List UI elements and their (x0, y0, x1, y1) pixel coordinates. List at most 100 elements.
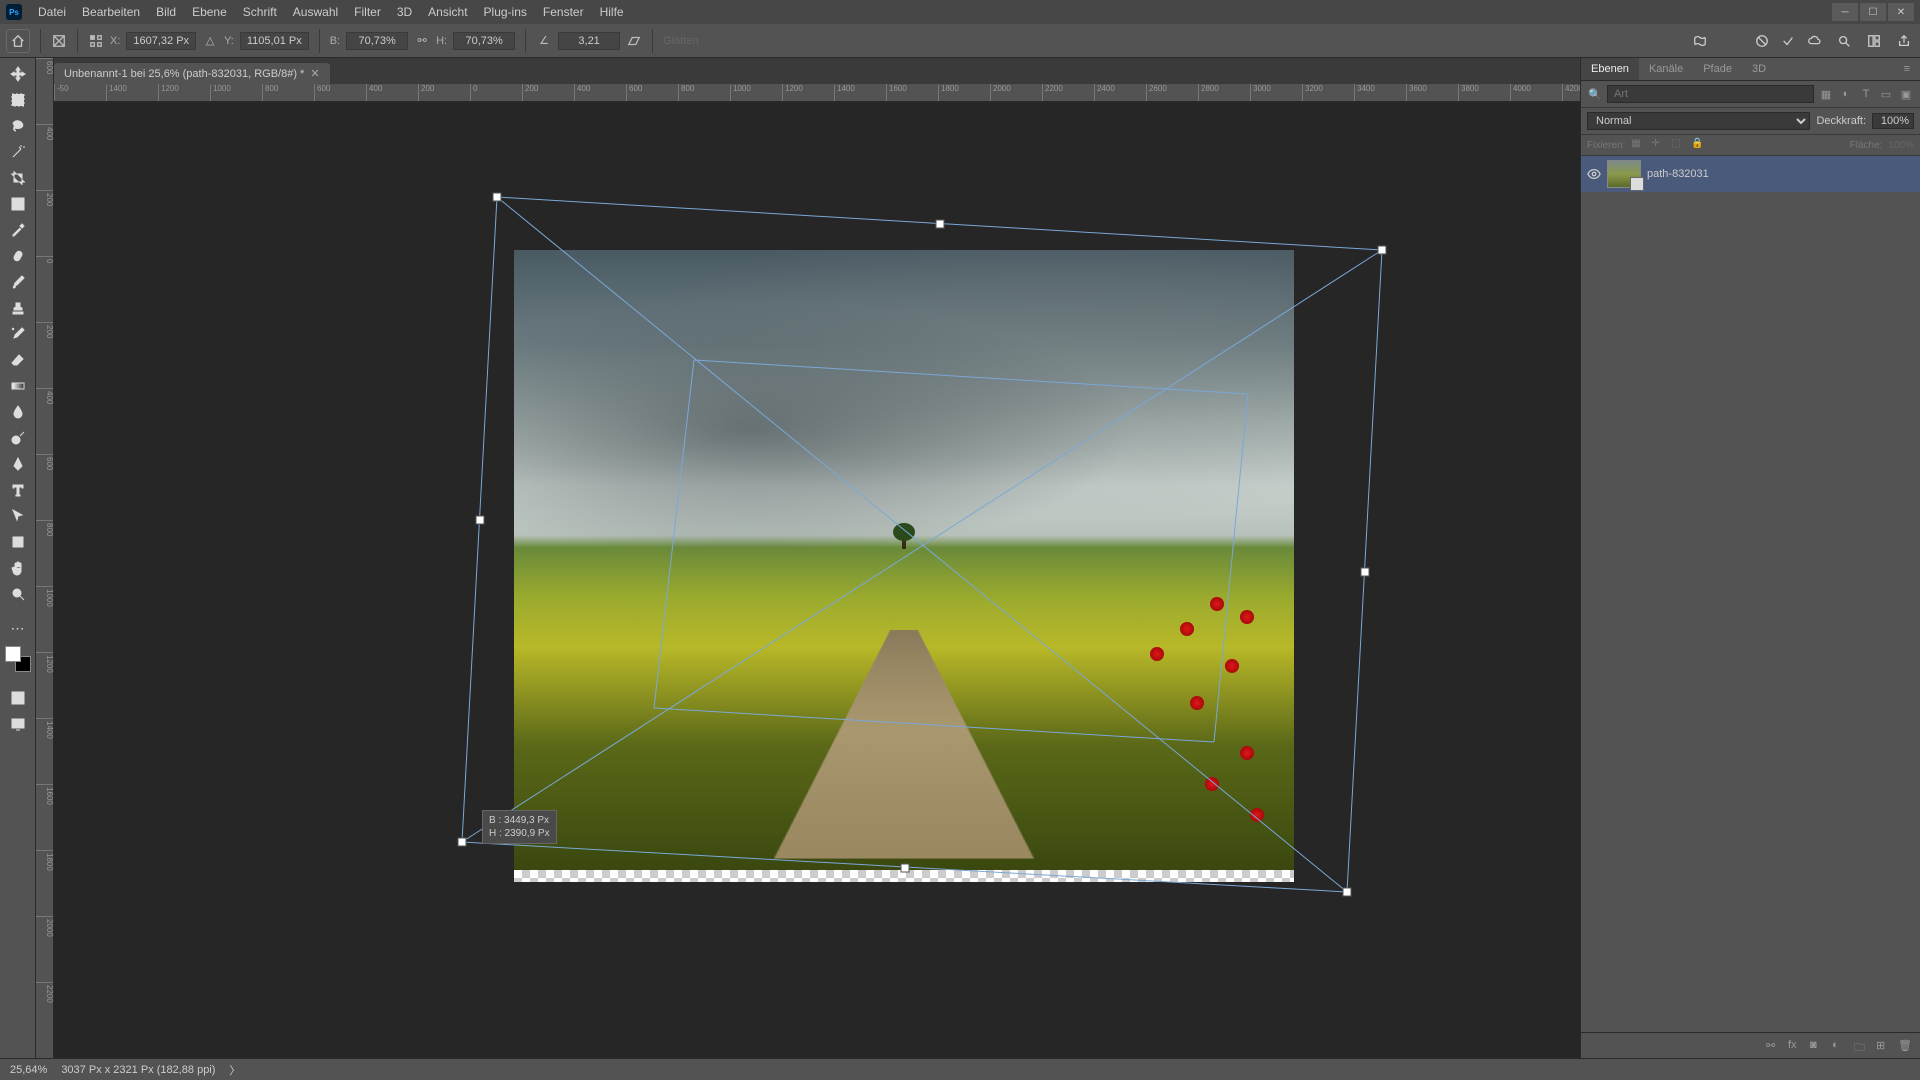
frame-tool[interactable] (4, 192, 32, 216)
canvas[interactable]: B : 3449,3 Px H : 2390,9 Px (54, 102, 1580, 1058)
menu-schrift[interactable]: Schrift (235, 5, 285, 19)
delete-layer-icon[interactable]: 🗑 (1898, 1039, 1912, 1053)
doc-info-chevron-icon[interactable]: 〉 (229, 1062, 240, 1078)
mask-icon[interactable]: ◙ (1810, 1039, 1824, 1053)
menu-plug-ins[interactable]: Plug-ins (476, 5, 535, 19)
swap-xy-icon[interactable]: △ (202, 33, 218, 49)
doc-info[interactable]: 3037 Px x 2321 Px (182,88 ppi) (61, 1064, 215, 1076)
workspace-icon[interactable] (1864, 31, 1884, 51)
filter-image-icon[interactable]: ▦ (1818, 86, 1834, 102)
pen-tool[interactable] (4, 452, 32, 476)
layer-thumbnail[interactable] (1607, 160, 1641, 188)
panel-menu-icon[interactable]: ≡ (1894, 58, 1920, 80)
wand-tool[interactable] (4, 140, 32, 164)
marquee-tool[interactable] (4, 88, 32, 112)
window-maximize-button[interactable]: ☐ (1860, 3, 1886, 21)
menu-auswahl[interactable]: Auswahl (285, 5, 346, 19)
eyedropper-tool[interactable] (4, 218, 32, 242)
ruler-tick: 2600 (1146, 84, 1167, 102)
adjustment-icon[interactable]: ◐ (1832, 1039, 1846, 1053)
link-layers-icon[interactable]: ⚯ (1766, 1039, 1780, 1053)
stamp-tool[interactable] (4, 296, 32, 320)
interpolation-label[interactable]: Glätten (663, 35, 698, 47)
search-icon[interactable] (1834, 31, 1854, 51)
menu-hilfe[interactable]: Hilfe (592, 5, 632, 19)
x-field[interactable]: 1607,32 Px (126, 32, 196, 50)
layer-name[interactable]: path-832031 (1647, 168, 1709, 180)
y-field[interactable]: 1105,01 Px (240, 32, 309, 50)
dodge-tool[interactable] (4, 426, 32, 450)
filter-adjust-icon[interactable]: ◐ (1838, 86, 1854, 102)
color-swatch[interactable] (5, 646, 31, 672)
fill-field[interactable]: 100% (1888, 140, 1914, 151)
visibility-icon[interactable] (1587, 167, 1601, 181)
tab-kanaele[interactable]: Kanäle (1639, 58, 1693, 80)
tab-pfade[interactable]: Pfade (1693, 58, 1742, 80)
blur-tool[interactable] (4, 400, 32, 424)
skew-h-icon[interactable] (626, 33, 642, 49)
quickmask-tool[interactable] (4, 686, 32, 710)
edit-toolbar-icon[interactable]: ⋯ (4, 616, 32, 640)
warp-icon[interactable] (1690, 31, 1710, 51)
angle-field[interactable]: 3,21 (558, 32, 620, 50)
tab-3d[interactable]: 3D (1742, 58, 1776, 80)
gradient-tool[interactable] (4, 374, 32, 398)
reference-point-icon[interactable] (88, 33, 104, 49)
close-tab-icon[interactable]: ✕ (310, 67, 319, 80)
eraser-tool[interactable] (4, 348, 32, 372)
heal-tool[interactable] (4, 244, 32, 268)
menu-ebene[interactable]: Ebene (184, 5, 235, 19)
menu-datei[interactable]: Datei (30, 5, 74, 19)
ruler-tick: 200 (36, 190, 54, 206)
lock-artboard-icon[interactable]: ⬚ (1671, 138, 1685, 152)
brush-tool[interactable] (4, 270, 32, 294)
filter-type-icon[interactable]: T (1858, 86, 1874, 102)
home-button[interactable] (6, 29, 30, 53)
lock-all-icon[interactable]: 🔒 (1691, 138, 1705, 152)
cloud-icon[interactable] (1804, 31, 1824, 51)
opacity-field[interactable]: 100% (1872, 113, 1914, 129)
screenmode-tool[interactable] (4, 712, 32, 736)
ruler-tick: 1000 (210, 84, 231, 102)
lock-position-icon[interactable]: ✛ (1651, 138, 1665, 152)
link-wh-icon[interactable]: ⚯ (414, 33, 430, 49)
menu-filter[interactable]: Filter (346, 5, 389, 19)
lasso-tool[interactable] (4, 114, 32, 138)
group-icon[interactable]: 🗀 (1854, 1039, 1868, 1053)
blend-mode-select[interactable]: Normal (1587, 112, 1810, 130)
share-icon[interactable] (1894, 31, 1914, 51)
layer-filter-input[interactable] (1607, 85, 1814, 103)
move-tool[interactable] (4, 62, 32, 86)
tab-ebenen[interactable]: Ebenen (1581, 58, 1639, 80)
zoom-tool[interactable] (4, 582, 32, 606)
window-minimize-button[interactable]: ─ (1832, 3, 1858, 21)
lock-pixels-icon[interactable]: ▦ (1631, 138, 1645, 152)
commit-transform-button[interactable] (1778, 31, 1798, 51)
filter-shape-icon[interactable]: ▭ (1878, 86, 1894, 102)
history-brush-tool[interactable] (4, 322, 32, 346)
hand-tool[interactable] (4, 556, 32, 580)
ruler-tick: 1200 (36, 652, 54, 673)
zoom-level[interactable]: 25,64% (10, 1064, 47, 1076)
transform-icon[interactable] (51, 33, 67, 49)
shape-tool[interactable] (4, 530, 32, 554)
ruler-tick: 2800 (1198, 84, 1219, 102)
menu-bearbeiten[interactable]: Bearbeiten (74, 5, 148, 19)
menu-3d[interactable]: 3D (389, 5, 420, 19)
crop-tool[interactable] (4, 166, 32, 190)
w-field[interactable]: 70,73% (346, 32, 408, 50)
menu-ansicht[interactable]: Ansicht (420, 5, 475, 19)
layer-item[interactable]: path-832031 (1581, 156, 1920, 192)
menu-bild[interactable]: Bild (148, 5, 184, 19)
new-layer-icon[interactable]: ⊞ (1876, 1039, 1890, 1053)
h-field[interactable]: 70,73% (453, 32, 515, 50)
cancel-transform-button[interactable] (1752, 31, 1772, 51)
window-close-button[interactable]: ✕ (1888, 3, 1914, 21)
document-tab[interactable]: Unbenannt-1 bei 25,6% (path-832031, RGB/… (54, 63, 330, 84)
type-tool[interactable] (4, 478, 32, 502)
fx-icon[interactable]: fx (1788, 1039, 1802, 1053)
filter-smart-icon[interactable]: ▣ (1898, 86, 1914, 102)
tooltip-height: H : 2390,9 Px (489, 827, 550, 840)
menu-fenster[interactable]: Fenster (535, 5, 592, 19)
path-select-tool[interactable] (4, 504, 32, 528)
